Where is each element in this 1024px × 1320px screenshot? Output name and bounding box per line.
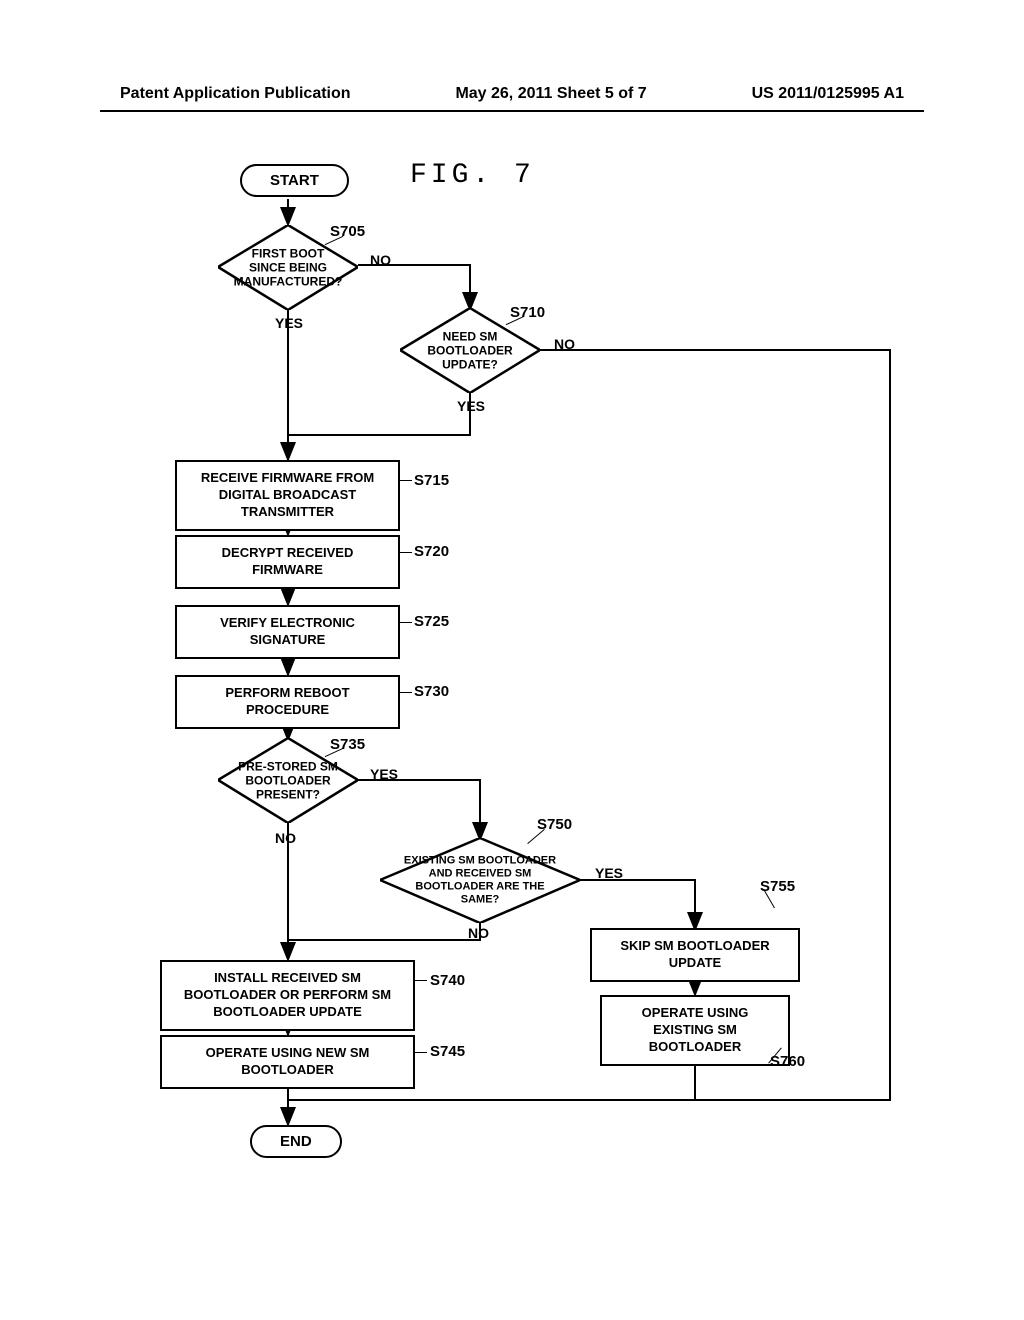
s705-no: NO bbox=[370, 252, 391, 268]
s730-lead bbox=[398, 692, 412, 693]
header-right: US 2011/0125995 A1 bbox=[752, 85, 904, 103]
process-s755: SKIP SM BOOTLOADER UPDATE bbox=[590, 928, 800, 982]
end-text: END bbox=[280, 1133, 312, 1150]
s745-lead bbox=[413, 1052, 427, 1053]
s730-id: S730 bbox=[414, 683, 449, 700]
s750-yes: YES bbox=[595, 865, 623, 881]
s740-text: INSTALL RECEIVED SM BOOTLOADER OR PERFOR… bbox=[184, 970, 391, 1019]
s720-id: S720 bbox=[414, 543, 449, 560]
s720-text: DECRYPT RECEIVED FIRMWARE bbox=[222, 545, 354, 577]
s760-text: OPERATE USING EXISTING SM BOOTLOADER bbox=[642, 1005, 749, 1054]
process-s725: VERIFY ELECTRONIC SIGNATURE bbox=[175, 605, 400, 659]
process-s720: DECRYPT RECEIVED FIRMWARE bbox=[175, 535, 400, 589]
s735-yes: YES bbox=[370, 766, 398, 782]
s720-lead bbox=[398, 552, 412, 553]
s705-text: FIRST BOOT SINCE BEING MANUFACTURED? bbox=[232, 246, 344, 289]
flowchart: START FIRST BOOT SINCE BEING MANUFACTURE… bbox=[140, 160, 910, 1240]
page-header: Patent Application Publication May 26, 2… bbox=[0, 85, 1024, 103]
s725-lead bbox=[398, 622, 412, 623]
s755-text: SKIP SM BOOTLOADER UPDATE bbox=[620, 938, 769, 970]
s715-id: S715 bbox=[414, 472, 449, 489]
decision-s750: EXISTING SM BOOTLOADER AND RECEIVED SM B… bbox=[380, 838, 580, 923]
s745-text: OPERATE USING NEW SM BOOTLOADER bbox=[206, 1045, 370, 1077]
header-left: Patent Application Publication bbox=[120, 85, 351, 103]
s745-id: S745 bbox=[430, 1043, 465, 1060]
s715-lead bbox=[398, 480, 412, 481]
s725-id: S725 bbox=[414, 613, 449, 630]
header-center: May 26, 2011 Sheet 5 of 7 bbox=[455, 85, 646, 103]
process-s745: OPERATE USING NEW SM BOOTLOADER bbox=[160, 1035, 415, 1089]
s705-yes: YES bbox=[275, 315, 303, 331]
terminal-end: END bbox=[250, 1125, 342, 1158]
s710-no: NO bbox=[554, 336, 575, 352]
process-s740: INSTALL RECEIVED SM BOOTLOADER OR PERFOR… bbox=[160, 960, 415, 1031]
s735-no: NO bbox=[275, 830, 296, 846]
terminal-start: START bbox=[240, 164, 349, 197]
process-s730: PERFORM REBOOT PROCEDURE bbox=[175, 675, 400, 729]
start-text: START bbox=[270, 172, 319, 189]
s725-text: VERIFY ELECTRONIC SIGNATURE bbox=[220, 615, 355, 647]
header-rule bbox=[100, 110, 924, 112]
process-s760: OPERATE USING EXISTING SM BOOTLOADER bbox=[600, 995, 790, 1066]
s710-text: NEED SM BOOTLOADER UPDATE? bbox=[414, 329, 526, 372]
process-s715: RECEIVE FIRMWARE FROM DIGITAL BROADCAST … bbox=[175, 460, 400, 531]
s710-yes: YES bbox=[457, 398, 485, 414]
s740-lead bbox=[413, 980, 427, 981]
s705-id: S705 bbox=[330, 223, 365, 240]
s750-no: NO bbox=[468, 925, 489, 941]
s715-text: RECEIVE FIRMWARE FROM DIGITAL BROADCAST … bbox=[201, 470, 374, 519]
s735-text: PRE-STORED SM BOOTLOADER PRESENT? bbox=[232, 759, 344, 802]
s730-text: PERFORM REBOOT PROCEDURE bbox=[225, 685, 349, 717]
s740-id: S740 bbox=[430, 972, 465, 989]
s750-text: EXISTING SM BOOTLOADER AND RECEIVED SM B… bbox=[400, 854, 560, 907]
